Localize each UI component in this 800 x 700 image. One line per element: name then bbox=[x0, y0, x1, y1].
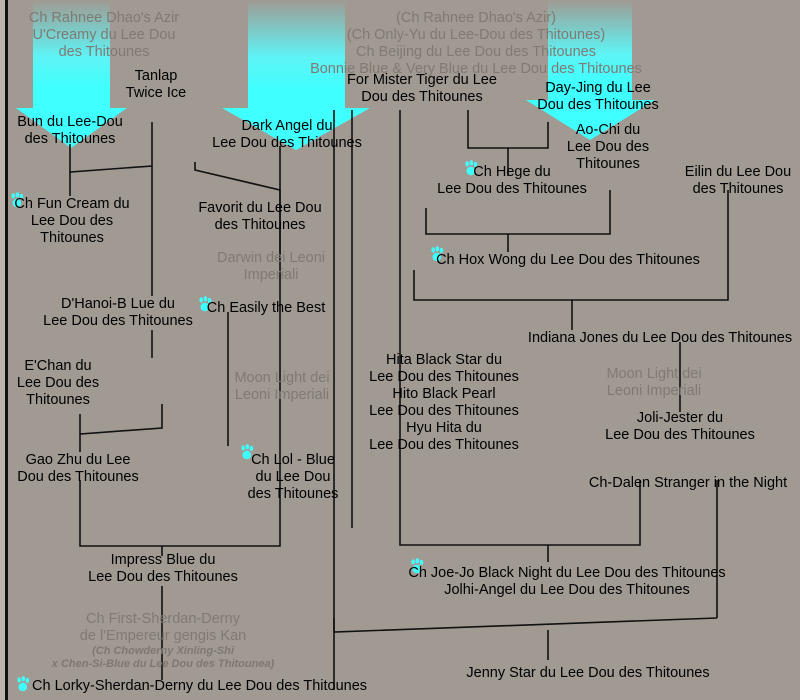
pedigree-node-rahnee-ucreamy[interactable]: Ch Rahnee Dhao's Azir U'Creamy du Lee Do… bbox=[6, 10, 202, 61]
pedigree-node-joli-jester[interactable]: Joli-Jester du Lee Dou des Thitounes bbox=[580, 410, 780, 444]
pedigree-node-ch-lorky-sherdan-derny[interactable]: Ch Lorky-Sherdan-Derny du Lee Dou des Th… bbox=[32, 678, 432, 695]
pedigree-node-eilin[interactable]: Eilin du Lee Dou des Thitounes bbox=[676, 164, 800, 198]
pedigree-node-favorit[interactable]: Favorit du Lee Dou des Thitounes bbox=[188, 200, 332, 234]
pedigree-node-chowderny-parents[interactable]: (Ch Chowderny Xinling-Shi x Chen-Si-Blue… bbox=[42, 645, 284, 671]
page-border-dark bbox=[5, 0, 8, 700]
pedigree-chart-page: Ch Rahnee Dhao's Azir U'Creamy du Lee Do… bbox=[0, 0, 800, 700]
pedigree-node-ch-fun-cream[interactable]: Ch Fun Cream du Lee Dou des Thitounes bbox=[8, 196, 136, 247]
connector-hege-left bbox=[467, 110, 549, 149]
pedigree-node-dark-angel[interactable]: Dark Angel du Lee Dou des Thitounes bbox=[196, 118, 378, 152]
pedigree-node-ch-lol-blue[interactable]: Ch Lol - Blue du Lee Dou des Thitounes bbox=[238, 452, 348, 503]
pedigree-node-ch-hege[interactable]: Ch Hege du Lee Dou des Thitounes bbox=[422, 164, 602, 198]
pedigree-node-ch-hox-wong[interactable]: Ch Hox Wong du Lee Dou des Thitounes bbox=[424, 252, 712, 269]
pedigree-node-echan[interactable]: E'Chan du Lee Dou des Thitounes bbox=[2, 358, 114, 409]
pedigree-node-moon-light-right[interactable]: Moon Light dei Leoni Imperiali bbox=[590, 366, 718, 400]
pedigree-node-ch-easily-the-best[interactable]: Ch Easily the Best bbox=[196, 300, 336, 317]
pedigree-node-ch-first-sherdan-derny[interactable]: Ch First-Sherdan-Derny de l'Empereur gen… bbox=[78, 611, 248, 645]
pedigree-node-dhanoi-b-lue[interactable]: D'Hanoi-B Lue du Lee Dou des Thitounes bbox=[28, 296, 208, 330]
pedigree-node-impress-blue[interactable]: Impress Blue du Lee Dou des Thitounes bbox=[78, 552, 248, 586]
connector-jenny-left bbox=[333, 617, 718, 633]
pedigree-node-bun-du-lee-dou[interactable]: Bun du Lee-Dou des Thitounes bbox=[2, 114, 138, 148]
pedigree-node-darwin-dei-leoni[interactable]: Darwin dei Leoni Imperiali bbox=[206, 250, 336, 284]
pedigree-node-moon-light-left[interactable]: Moon Light dei Leoni Imperiali bbox=[222, 370, 342, 404]
pedigree-node-gao-zhu[interactable]: Gao Zhu du Lee Dou des Thitounes bbox=[6, 452, 150, 486]
connector-darkangel-favorit bbox=[194, 146, 281, 192]
pedigree-node-tanlap-twice-ice[interactable]: Tanlap Twice Ice bbox=[110, 68, 202, 102]
pedigree-node-ch-dalen-stranger[interactable]: Ch-Dalen Stranger in the Night bbox=[580, 475, 796, 492]
pedigree-node-jenny-star[interactable]: Jenny Star du Lee Dou des Thitounes bbox=[448, 665, 728, 682]
pedigree-node-beijing-bonnieblue[interactable]: (Ch Rahnee Dhao's Azir) (Ch Only-Yu du L… bbox=[256, 10, 696, 78]
pedigree-node-day-jing[interactable]: Day-Jing du Lee Dou des Thitounes bbox=[516, 80, 680, 114]
connector-indiana-left bbox=[413, 190, 729, 301]
pedigree-node-indiana-jones[interactable]: Indiana Jones du Lee Dou des Thitounes bbox=[520, 330, 800, 347]
paw-print-icon bbox=[17, 676, 30, 692]
pedigree-node-hita-black-star-stack[interactable]: Hita Black Star du Lee Dou des Thitounes… bbox=[358, 352, 530, 454]
pedigree-node-ch-joe-jo-black-night[interactable]: Ch Joe-Jo Black Night du Lee Dou des Thi… bbox=[394, 565, 740, 599]
pedigree-node-for-mister-tiger[interactable]: For Mister Tiger du Lee Dou des Thitoune… bbox=[334, 72, 510, 106]
